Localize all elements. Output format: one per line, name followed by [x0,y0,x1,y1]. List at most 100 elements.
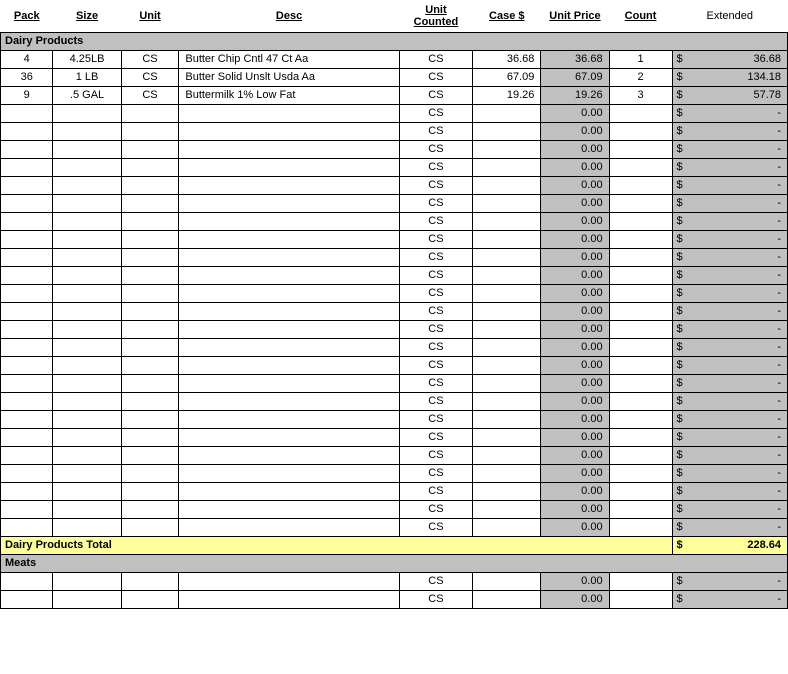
count-cell[interactable] [609,500,672,518]
unit-counted-cell[interactable]: CS [399,518,472,536]
unit-cell[interactable] [121,104,179,122]
size-cell[interactable] [53,176,121,194]
unit-cell[interactable] [121,428,179,446]
desc-cell[interactable] [179,194,399,212]
count-cell[interactable]: 1 [609,50,672,68]
unit-cell[interactable] [121,266,179,284]
desc-cell[interactable] [179,266,399,284]
unit-cell[interactable]: CS [121,86,179,104]
unit-cell[interactable] [121,302,179,320]
size-cell[interactable]: .5 GAL [53,86,121,104]
unit-cell[interactable] [121,500,179,518]
case-cell[interactable] [473,410,541,428]
unit-counted-cell[interactable]: CS [399,302,472,320]
size-cell[interactable] [53,518,121,536]
size-cell[interactable] [53,320,121,338]
count-cell[interactable] [609,104,672,122]
unit-counted-cell[interactable]: CS [399,158,472,176]
unit-price-cell[interactable]: 0.00 [541,248,609,266]
case-cell[interactable] [473,266,541,284]
unit-price-cell[interactable]: 0.00 [541,518,609,536]
unit-cell[interactable]: CS [121,50,179,68]
unit-price-cell[interactable]: 0.00 [541,284,609,302]
pack-cell[interactable] [1,482,53,500]
case-cell[interactable] [473,284,541,302]
size-cell[interactable] [53,248,121,266]
case-cell[interactable] [473,122,541,140]
unit-counted-cell[interactable]: CS [399,482,472,500]
unit-price-cell[interactable]: 0.00 [541,428,609,446]
pack-cell[interactable] [1,392,53,410]
size-cell[interactable] [53,392,121,410]
pack-cell[interactable] [1,428,53,446]
unit-cell[interactable] [121,176,179,194]
unit-price-cell[interactable]: 67.09 [541,68,609,86]
pack-cell[interactable] [1,284,53,302]
unit-price-cell[interactable]: 0.00 [541,464,609,482]
pack-cell[interactable] [1,464,53,482]
size-cell[interactable] [53,158,121,176]
case-cell[interactable] [473,374,541,392]
pack-cell[interactable] [1,140,53,158]
count-cell[interactable] [609,428,672,446]
count-cell[interactable] [609,248,672,266]
pack-cell[interactable] [1,338,53,356]
unit-price-cell[interactable]: 0.00 [541,590,609,608]
unit-cell[interactable] [121,320,179,338]
pack-cell[interactable] [1,104,53,122]
unit-counted-cell[interactable]: CS [399,284,472,302]
case-cell[interactable]: 19.26 [473,86,541,104]
desc-cell[interactable]: Butter Solid Unslt Usda Aa [179,68,399,86]
case-cell[interactable] [473,158,541,176]
unit-counted-cell[interactable]: CS [399,194,472,212]
unit-price-cell[interactable]: 0.00 [541,122,609,140]
case-cell[interactable] [473,590,541,608]
unit-price-cell[interactable]: 0.00 [541,572,609,590]
desc-cell[interactable] [179,482,399,500]
desc-cell[interactable] [179,302,399,320]
unit-cell[interactable] [121,194,179,212]
count-cell[interactable] [609,572,672,590]
unit-cell[interactable] [121,482,179,500]
size-cell[interactable] [53,500,121,518]
case-cell[interactable] [473,104,541,122]
unit-cell[interactable] [121,464,179,482]
case-cell[interactable] [473,428,541,446]
pack-cell[interactable] [1,266,53,284]
unit-counted-cell[interactable]: CS [399,230,472,248]
count-cell[interactable] [609,320,672,338]
unit-counted-cell[interactable]: CS [399,590,472,608]
pack-cell[interactable] [1,230,53,248]
unit-counted-cell[interactable]: CS [399,446,472,464]
pack-cell[interactable] [1,356,53,374]
count-cell[interactable] [609,482,672,500]
count-cell[interactable] [609,176,672,194]
case-cell[interactable] [473,482,541,500]
unit-counted-cell[interactable]: CS [399,50,472,68]
unit-counted-cell[interactable]: CS [399,86,472,104]
pack-cell[interactable] [1,518,53,536]
unit-counted-cell[interactable]: CS [399,464,472,482]
unit-cell[interactable] [121,356,179,374]
unit-counted-cell[interactable]: CS [399,248,472,266]
count-cell[interactable] [609,302,672,320]
case-cell[interactable] [473,248,541,266]
desc-cell[interactable] [179,500,399,518]
desc-cell[interactable] [179,284,399,302]
unit-counted-cell[interactable]: CS [399,176,472,194]
desc-cell[interactable] [179,446,399,464]
unit-price-cell[interactable]: 0.00 [541,176,609,194]
unit-cell[interactable] [121,248,179,266]
pack-cell[interactable] [1,590,53,608]
count-cell[interactable] [609,392,672,410]
unit-counted-cell[interactable]: CS [399,68,472,86]
size-cell[interactable] [53,122,121,140]
unit-cell[interactable] [121,374,179,392]
count-cell[interactable] [609,212,672,230]
unit-price-cell[interactable]: 0.00 [541,356,609,374]
desc-cell[interactable] [179,392,399,410]
case-cell[interactable] [473,464,541,482]
case-cell[interactable] [473,338,541,356]
count-cell[interactable] [609,266,672,284]
unit-counted-cell[interactable]: CS [399,410,472,428]
